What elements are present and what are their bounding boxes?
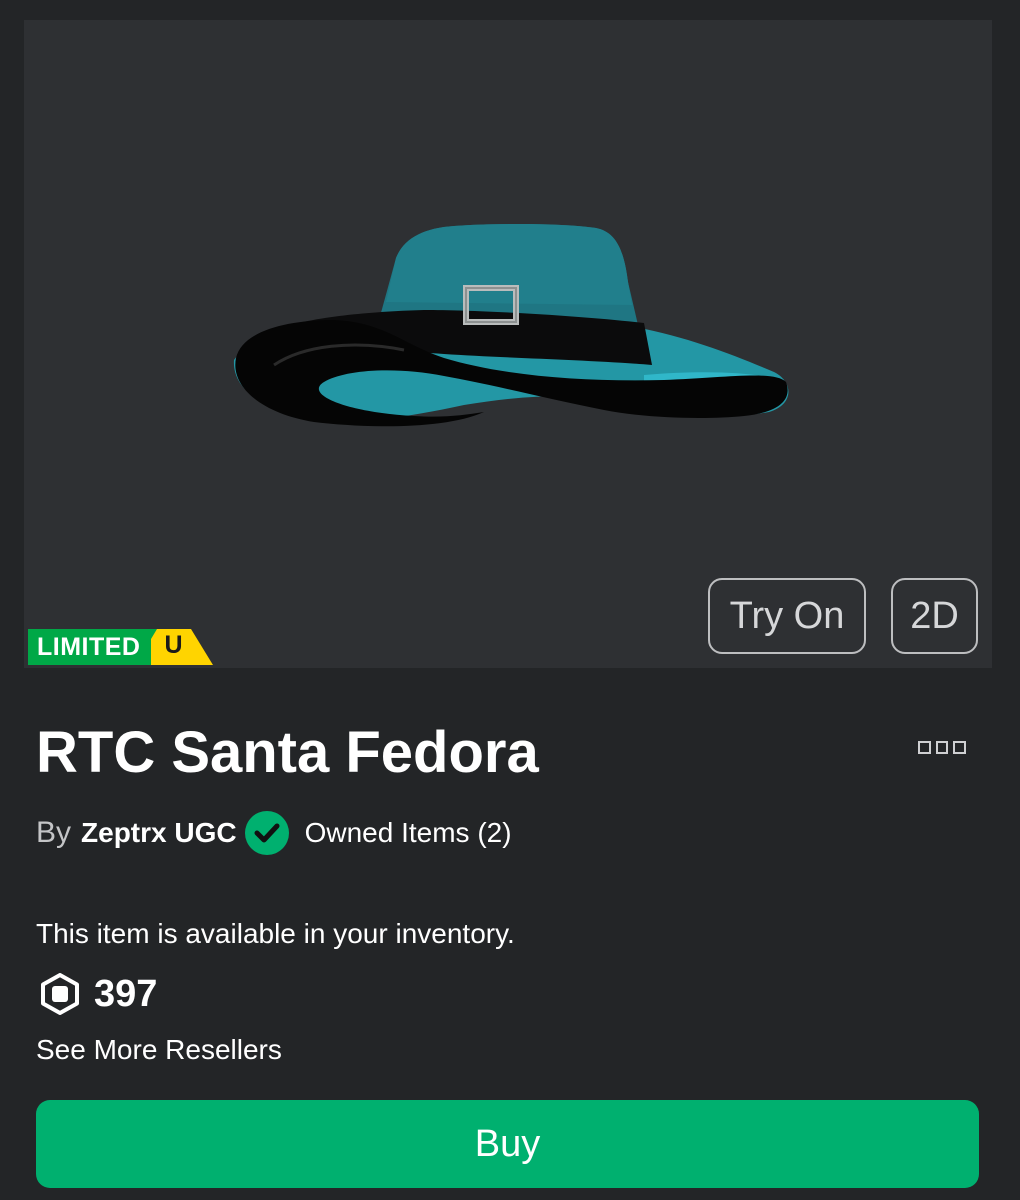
try-on-button[interactable]: Try On — [708, 578, 866, 654]
unique-tag-label: U — [164, 631, 183, 659]
by-label: By — [36, 816, 72, 849]
price-value: 397 — [94, 972, 158, 1015]
toggle-2d-button[interactable]: 2D — [891, 578, 978, 654]
limited-unique-badge: LIMITED U — [28, 629, 213, 665]
owned-items-link[interactable]: Owned Items (2) — [305, 817, 512, 849]
item-title: RTC Santa Fedora — [36, 720, 539, 785]
availability-text: This item is available in your inventory… — [36, 918, 515, 949]
item-preview[interactable]: Try On 2D LIMITED U — [24, 20, 992, 668]
see-more-resellers-link[interactable]: See More Resellers — [36, 1034, 282, 1066]
item-details-page: Try On 2D LIMITED U RTC Santa Fedora By … — [0, 0, 1020, 1200]
unique-tag: U — [150, 629, 213, 665]
creator-byline: By Zeptrx UGC Owned Items (2) — [36, 808, 512, 858]
more-options-icon[interactable] — [918, 738, 967, 756]
robux-icon — [40, 973, 80, 1015]
buy-button[interactable]: Buy — [36, 1100, 979, 1188]
price-row: 397 — [40, 970, 157, 1018]
verified-badge-icon — [244, 811, 289, 855]
limited-label: LIMITED — [28, 629, 151, 665]
creator-link[interactable]: Zeptrx UGC — [81, 817, 237, 849]
hat-thumbnail — [233, 223, 789, 427]
